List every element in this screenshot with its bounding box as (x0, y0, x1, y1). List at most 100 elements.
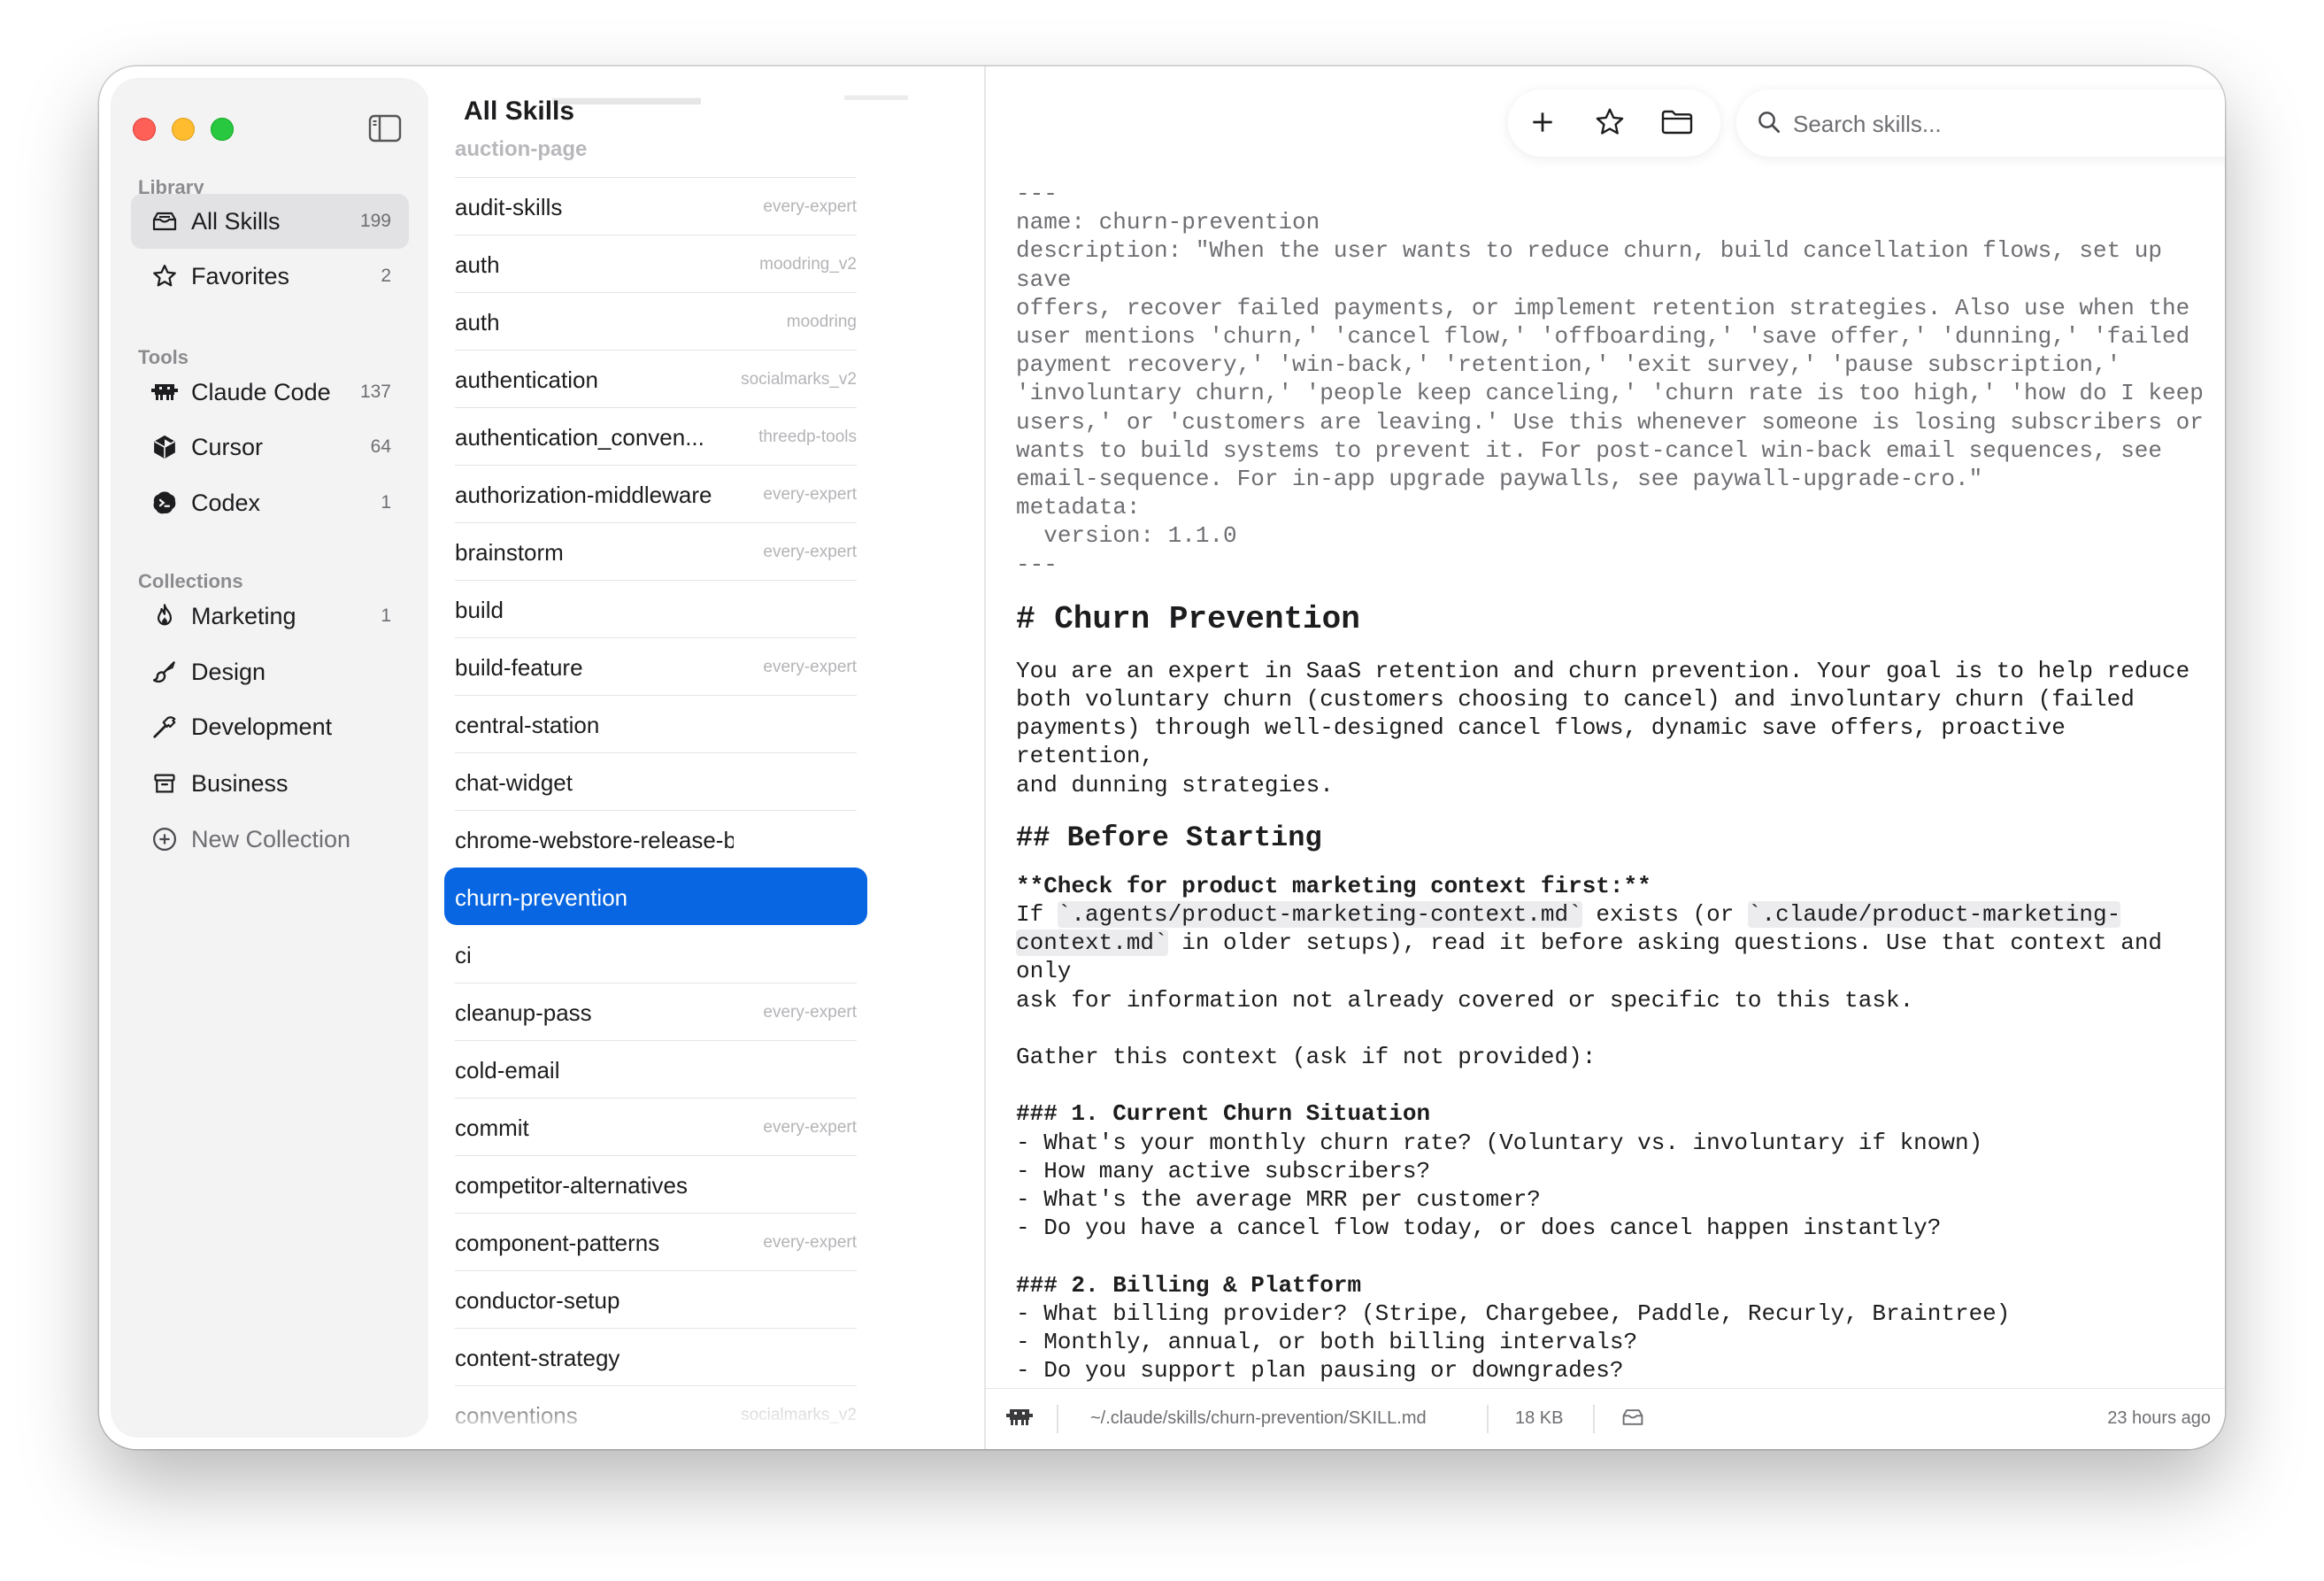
skill-row[interactable]: competitor-alternatives (455, 1155, 857, 1213)
skill-row[interactable]: commit every-expert (455, 1098, 857, 1155)
sidebar-item-development[interactable]: Development (131, 699, 409, 754)
claude-code-icon (150, 378, 179, 406)
folder-icon (1660, 108, 1694, 141)
skill-row[interactable]: auth moodring (455, 292, 857, 350)
star-icon (1594, 106, 1626, 143)
sidebar-item-favorites[interactable]: Favorites 2 (131, 249, 409, 304)
skill-row[interactable]: component-patterns every-expert (455, 1213, 857, 1270)
section1-list: - What's your monthly churn rate? (Volun… (1016, 1129, 2211, 1243)
skill-row[interactable]: central-station (455, 695, 857, 752)
document-line: --- (1016, 551, 1058, 578)
cursor-icon (150, 433, 179, 461)
document-h1: # Churn Prevention (1016, 600, 1360, 637)
sidebar-toggle-icon[interactable] (368, 114, 402, 143)
check-line-3: ask for information not already covered … (1016, 986, 1914, 1014)
item-count: 64 (370, 436, 391, 457)
document-line: payments) through well-designed cancel f… (1016, 714, 2080, 770)
favorite-button[interactable] (1593, 107, 1627, 141)
new-collection-label: New Collection (191, 825, 351, 852)
add-skill-button[interactable] (1526, 107, 1559, 141)
skill-name: cold-email (455, 1057, 560, 1084)
codex-icon (150, 489, 179, 517)
skill-row[interactable]: chat-widget (455, 752, 857, 810)
document-line: user mentions 'churn,' 'cancel flow,' 'o… (1016, 323, 2190, 351)
sidebar-item-label: Marketing (191, 602, 296, 629)
skill-source: every-expert (763, 197, 857, 216)
paintbrush-icon (150, 658, 179, 686)
document-line: payment recovery,' 'win-back,' 'retentio… (1016, 351, 2121, 379)
skill-name: chat-widget (455, 769, 573, 796)
skill-name: auth (455, 251, 500, 278)
list-title: All Skills (464, 96, 575, 126)
skill-row[interactable]: brainstorm every-expert (455, 522, 857, 580)
document-line: both voluntary churn (customers choosing… (1016, 686, 2135, 713)
document-line: - Do you support plan pausing or downgra… (1016, 1357, 1624, 1384)
list-fade (428, 1385, 984, 1449)
skill-row[interactable]: audit-skills every-expert (455, 177, 857, 235)
sidebar-item-label: Claude Code (191, 378, 331, 405)
item-count: 1 (381, 492, 391, 513)
new-collection-button[interactable]: New Collection (131, 812, 409, 867)
skill-name: cleanup-pass (455, 999, 592, 1026)
hammer-icon (150, 713, 179, 741)
skill-name: chrome-webstore-release-blueprint (455, 827, 734, 853)
sidebar-item-codex[interactable]: Codex 1 (131, 475, 409, 530)
skill-row[interactable]: auth moodring_v2 (455, 235, 857, 292)
list-item-scrolled[interactable]: auction-page (455, 137, 587, 162)
skill-row[interactable]: authentication socialmarks_v2 (455, 350, 857, 407)
sidebar-item-label: Design (191, 658, 266, 685)
reveal-in-folder-button[interactable] (1660, 107, 1694, 141)
item-count: 1 (381, 605, 391, 626)
skill-name: audit-skills (455, 194, 563, 220)
skill-row[interactable]: conductor-setup (455, 1270, 857, 1328)
skill-name: ci (455, 942, 472, 968)
search-input[interactable] (1791, 105, 2225, 143)
skill-row[interactable]: ci (455, 925, 857, 983)
skill-row[interactable]: authorization-middleware every-expert (455, 465, 857, 522)
skill-row[interactable]: authentication_conven... threedp-tools (455, 407, 857, 465)
file-path[interactable]: ~/.claude/skills/churn-prevention/SKILL.… (1090, 1408, 1427, 1429)
skill-row[interactable]: churn-prevention (444, 868, 867, 925)
close-window-button[interactable] (133, 118, 156, 141)
item-count: 2 (381, 266, 391, 286)
scrolled-row-ghost: ▬▬▬▬ (844, 86, 908, 104)
skill-row[interactable]: cold-email (455, 1040, 857, 1098)
plus-icon (1528, 108, 1557, 141)
document-h2: ## Before Starting (1016, 821, 1322, 854)
sidebar: Library All Skills 199 Favorites 2 Tools… (112, 79, 428, 1437)
skill-source: threedp-tools (758, 428, 857, 446)
document-line: description: "When the user wants to red… (1016, 237, 2176, 293)
detail-pane: ---name: churn-preventiondescription: "W… (986, 66, 2225, 1449)
status-separator (1593, 1405, 1595, 1433)
skill-row[interactable]: build-feature every-expert (455, 637, 857, 695)
item-count: 199 (359, 211, 391, 231)
sidebar-item-cursor[interactable]: Cursor 64 (131, 420, 409, 474)
minimize-window-button[interactable] (172, 118, 195, 141)
zoom-window-button[interactable] (211, 118, 234, 141)
file-size: 18 KB (1515, 1408, 1564, 1428)
flame-icon (150, 602, 179, 630)
sidebar-item-claude-code[interactable]: Claude Code 137 (131, 365, 409, 420)
sidebar-item-business[interactable]: Business (131, 756, 409, 811)
skill-document[interactable]: --- name: churn-prevention description: "W… (1016, 180, 2211, 1410)
sidebar-item-marketing[interactable]: Marketing 1 (131, 589, 409, 644)
frontmatter-block: --- name: churn-prevention description: "W… (1016, 180, 2211, 579)
skill-row[interactable]: build (455, 580, 857, 637)
sidebar-item-label: Favorites (191, 262, 290, 289)
sidebar-item-all-skills[interactable]: All Skills 199 (131, 194, 409, 249)
skill-row[interactable]: chrome-webstore-release-blueprint (455, 810, 857, 868)
skill-source: moodring (786, 312, 857, 331)
sidebar-item-design[interactable]: Design (131, 644, 409, 699)
plus-circle-icon (150, 825, 179, 853)
skill-row[interactable]: content-strategy (455, 1328, 857, 1385)
document-line: wants to build systems to prevent it. Fo… (1016, 436, 2163, 464)
app-window: Library All Skills 199 Favorites 2 Tools… (99, 66, 2225, 1449)
document-line: - What's your monthly churn rate? (Volun… (1016, 1129, 1983, 1156)
skill-source: every-expert (763, 1233, 857, 1252)
archive-box-icon (150, 769, 179, 798)
skill-row[interactable]: cleanup-pass every-expert (455, 983, 857, 1040)
section2-heading: ### 2. Billing & Platform (1016, 1271, 1362, 1299)
last-modified: 23 hours ago (2107, 1408, 2211, 1428)
document-line: - Do you have a cancel flow today, or do… (1016, 1215, 1942, 1242)
claude-code-icon (1005, 1407, 1034, 1433)
